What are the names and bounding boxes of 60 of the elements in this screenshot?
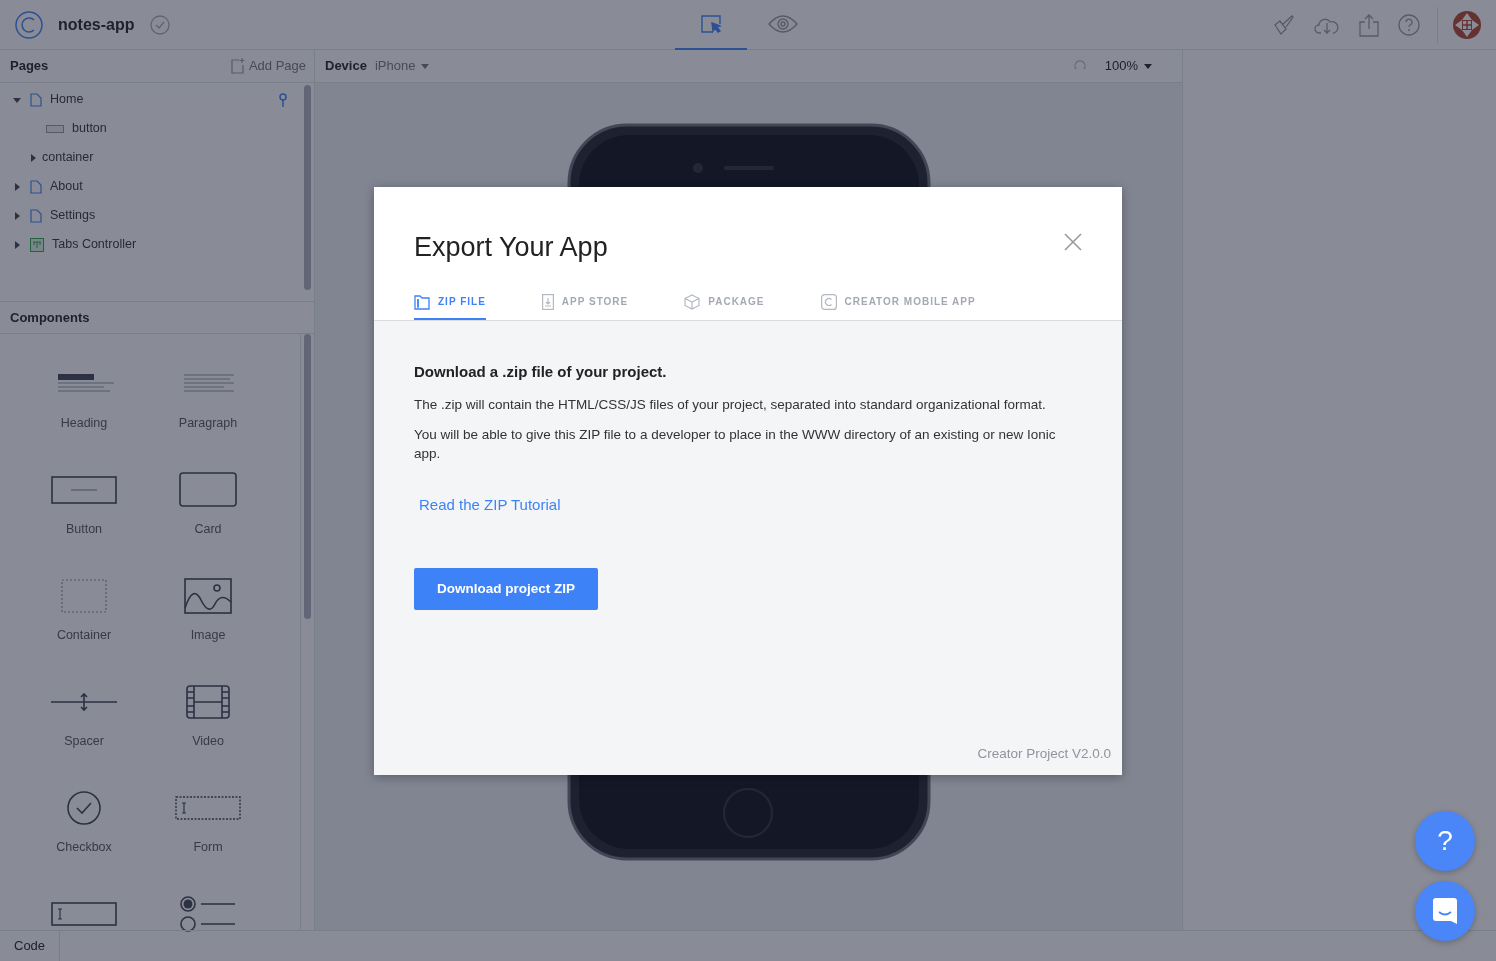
zoom-dropdown[interactable]: 100%	[1094, 56, 1172, 76]
button-element-icon	[46, 124, 64, 133]
tree-item[interactable]: button	[0, 114, 300, 143]
page-icon	[30, 92, 42, 107]
check-circle-icon	[150, 14, 171, 35]
tabs-icon	[30, 237, 44, 252]
component-item[interactable]: Checkbox	[22, 786, 146, 892]
project-name: notes-app	[58, 14, 135, 35]
add-page-button[interactable]: Add Page	[230, 56, 306, 76]
device-label: Device	[325, 57, 367, 76]
logo-icon	[14, 9, 44, 40]
design-mode-icon	[699, 12, 722, 35]
caret-icon	[421, 63, 430, 69]
cube-icon	[684, 293, 701, 310]
component-item[interactable]: Container	[22, 574, 146, 680]
component-item[interactable]: Form	[146, 786, 270, 892]
component-item[interactable]: Image	[146, 574, 270, 680]
tutorial-link[interactable]: Read the ZIP Tutorial	[419, 493, 561, 517]
avatar-icon[interactable]	[1452, 9, 1482, 40]
chat-icon	[1430, 896, 1460, 926]
page-icon	[30, 208, 42, 223]
component-item[interactable]: Spacer	[22, 680, 146, 786]
dialog-title: Export Your App	[414, 231, 608, 264]
caret-icon[interactable]	[13, 95, 21, 104]
tablet-download-icon	[541, 293, 554, 310]
dialog-tab[interactable]: CREATOR MOBILE APP	[820, 293, 976, 320]
component-item[interactable]: Heading	[22, 362, 146, 468]
component-item[interactable]: Paragraph	[146, 362, 270, 468]
version-text: Creator Project V2.0.0	[977, 744, 1111, 763]
dialog-tab[interactable]: PACKAGE	[684, 293, 765, 320]
folder-icon	[414, 293, 430, 310]
component-item[interactable]: Button	[22, 468, 146, 574]
caret-icon[interactable]	[13, 182, 21, 191]
component-item[interactable]: Card	[146, 468, 270, 574]
tree-item[interactable]: container	[0, 143, 300, 172]
tree-item[interactable]: Tabs Controller	[0, 230, 300, 259]
dialog-tab[interactable]: ZIP FILE	[414, 293, 486, 320]
download-button[interactable]: Download project ZIP	[414, 568, 598, 611]
tree-item[interactable]: About	[0, 172, 300, 201]
close-icon[interactable]	[1064, 231, 1082, 251]
app-logo-icon	[820, 293, 837, 310]
paragraph: You will be able to give this ZIP file to a developer to place in the WWW directory of an existing or new Ionic app.	[414, 425, 1057, 464]
tree-item[interactable]: Settings	[0, 201, 300, 230]
caret-icon	[1144, 63, 1152, 69]
component-item[interactable]: Video	[146, 680, 270, 786]
eye-icon	[767, 13, 798, 34]
device-dropdown[interactable]: iPhone	[374, 56, 430, 76]
panel-title: Pages	[10, 57, 49, 76]
caret-icon[interactable]	[13, 240, 21, 249]
page-icon	[30, 179, 42, 194]
add-page-icon	[230, 58, 245, 74]
caret-icon[interactable]	[29, 153, 37, 162]
dialog-tab[interactable]: APP STORE	[541, 293, 629, 320]
scrollbar[interactable]	[304, 334, 311, 619]
section-heading: Download a .zip file of your project.	[414, 361, 668, 382]
paragraph: The .zip will contain the HTML/CSS/JS files of your project, separated into standard organizational format.	[414, 396, 1047, 414]
caret-icon[interactable]	[13, 211, 21, 220]
scrollbar[interactable]	[303, 85, 311, 290]
panel-title: Components	[10, 308, 90, 327]
tree-item[interactable]: Home	[0, 85, 300, 114]
